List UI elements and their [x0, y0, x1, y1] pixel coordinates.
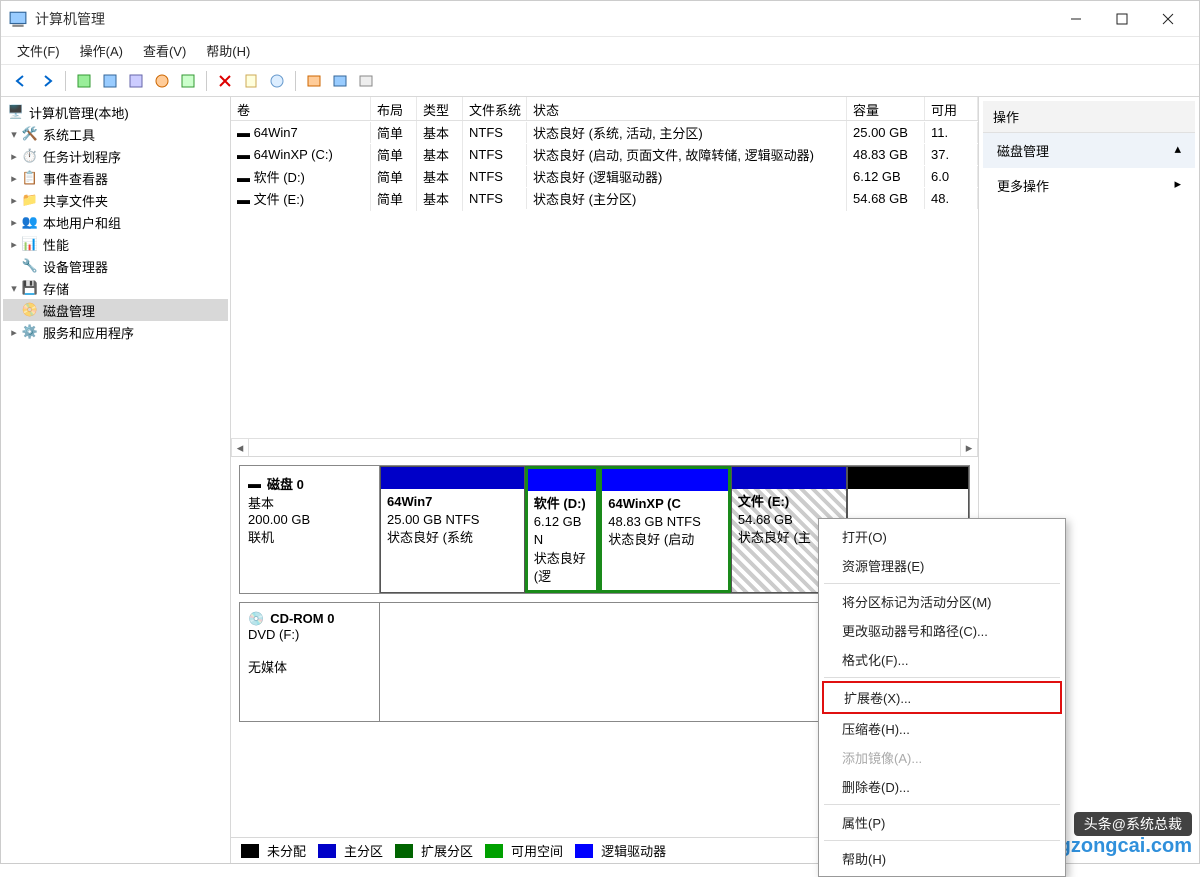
- tools-icon: 🛠️: [21, 125, 39, 143]
- table-row[interactable]: ▬ 软件 (D:)简单基本NTFS状态良好 (逻辑驱动器)6.12 GB6.0: [231, 165, 978, 187]
- tree-root[interactable]: 🖥️计算机管理(本地): [3, 101, 228, 123]
- col-fs[interactable]: 文件系统: [463, 97, 527, 120]
- cdrom-info[interactable]: 💿CD-ROM 0 DVD (F:) 无媒体: [240, 603, 380, 721]
- event-icon: 📋: [21, 169, 39, 187]
- legend-primary: 主分区: [344, 841, 383, 860]
- horizontal-scrollbar[interactable]: ◂▸: [231, 438, 978, 456]
- clock-icon: ⏱️: [21, 147, 39, 165]
- back-button[interactable]: [9, 69, 33, 93]
- maximize-button[interactable]: [1099, 3, 1145, 35]
- tree-system-tools[interactable]: ▾🛠️系统工具: [3, 123, 228, 145]
- menu-help[interactable]: 帮助(H): [198, 38, 258, 63]
- toolbar-btn-b[interactable]: [328, 69, 352, 93]
- volume-list-header[interactable]: 卷 布局 类型 文件系统 状态 容量 可用: [231, 97, 978, 121]
- col-layout[interactable]: 布局: [371, 97, 417, 120]
- toolbar: [1, 65, 1199, 97]
- close-button[interactable]: [1145, 3, 1191, 35]
- actions-title: 操作: [983, 101, 1195, 133]
- users-icon: 👥: [21, 213, 39, 231]
- toolbar-btn-c[interactable]: [354, 69, 378, 93]
- device-icon: 🔧: [21, 257, 39, 275]
- legend-logical: 逻辑驱动器: [601, 841, 666, 860]
- legend-extended: 扩展分区: [421, 841, 473, 860]
- toolbar-btn-3[interactable]: [124, 69, 148, 93]
- volume-list[interactable]: 卷 布局 类型 文件系统 状态 容量 可用 ▬ 64Win7简单基本NTFS状态…: [231, 97, 978, 457]
- tree-shared-folders[interactable]: ▸📁共享文件夹: [3, 189, 228, 211]
- storage-icon: 💾: [21, 279, 39, 297]
- menu-action[interactable]: 操作(A): [72, 38, 131, 63]
- titlebar: 计算机管理: [1, 1, 1199, 37]
- up-button[interactable]: [72, 69, 96, 93]
- tree-disk-mgmt[interactable]: 📀磁盘管理: [3, 299, 228, 321]
- legend-unallocated: 未分配: [267, 841, 306, 860]
- ctx-add-mirror: 添加镜像(A)...: [822, 743, 1062, 772]
- nav-tree[interactable]: 🖥️计算机管理(本地) ▾🛠️系统工具 ▸⏱️任务计划程序 ▸📋事件查看器 ▸📁…: [1, 97, 231, 863]
- partition-64win7[interactable]: 64Win725.00 GB NTFS状态良好 (系统: [380, 466, 525, 593]
- table-row[interactable]: ▬ 文件 (E:)简单基本NTFS状态良好 (主分区)54.68 GB48.: [231, 187, 978, 209]
- disk-icon: ▬: [248, 476, 261, 491]
- ctx-open[interactable]: 打开(O): [822, 522, 1062, 551]
- ctx-help[interactable]: 帮助(H): [822, 844, 1062, 873]
- menu-file[interactable]: 文件(F): [9, 38, 68, 63]
- ctx-shrink-volume[interactable]: 压缩卷(H)...: [822, 714, 1062, 743]
- perf-icon: 📊: [21, 235, 39, 253]
- tree-task-scheduler[interactable]: ▸⏱️任务计划程序: [3, 145, 228, 167]
- tree-performance[interactable]: ▸📊性能: [3, 233, 228, 255]
- toolbar-btn-4[interactable]: [150, 69, 174, 93]
- menu-view[interactable]: 查看(V): [135, 38, 194, 63]
- actions-more[interactable]: 更多操作▸: [983, 168, 1195, 203]
- refresh-button[interactable]: [176, 69, 200, 93]
- tree-local-users[interactable]: ▸👥本地用户和组: [3, 211, 228, 233]
- tree-storage[interactable]: ▾💾存储: [3, 277, 228, 299]
- services-icon: ⚙️: [21, 323, 39, 341]
- help-button[interactable]: [265, 69, 289, 93]
- share-icon: 📁: [21, 191, 39, 209]
- tree-services-apps[interactable]: ▸⚙️服务和应用程序: [3, 321, 228, 343]
- forward-button[interactable]: [35, 69, 59, 93]
- ctx-mark-active[interactable]: 将分区标记为活动分区(M): [822, 587, 1062, 616]
- toolbar-btn-2[interactable]: [98, 69, 122, 93]
- col-free[interactable]: 可用: [925, 97, 978, 120]
- legend-free: 可用空间: [511, 841, 563, 860]
- col-capacity[interactable]: 容量: [847, 97, 925, 120]
- collapse-icon: ▴: [1174, 141, 1181, 160]
- table-row[interactable]: ▬ 64Win7简单基本NTFS状态良好 (系统, 活动, 主分区)25.00 …: [231, 121, 978, 143]
- col-status[interactable]: 状态: [527, 97, 847, 120]
- properties-button[interactable]: [239, 69, 263, 93]
- table-row[interactable]: ▬ 64WinXP (C:)简单基本NTFS状态良好 (启动, 页面文件, 故障…: [231, 143, 978, 165]
- expand-icon: ▸: [1174, 176, 1181, 195]
- menubar: 文件(F) 操作(A) 查看(V) 帮助(H): [1, 37, 1199, 65]
- context-menu: 打开(O) 资源管理器(E) 将分区标记为活动分区(M) 更改驱动器号和路径(C…: [818, 518, 1066, 877]
- window-title: 计算机管理: [35, 9, 1053, 29]
- partition-software-d[interactable]: 软件 (D:)6.12 GB N状态良好 (逻: [525, 466, 600, 593]
- disk-0-info[interactable]: ▬磁盘 0 基本 200.00 GB 联机: [240, 466, 380, 593]
- delete-button[interactable]: [213, 69, 237, 93]
- disk-icon: 📀: [21, 301, 39, 319]
- cdrom-icon: 💿: [248, 611, 264, 627]
- computer-icon: 🖥️: [7, 103, 25, 121]
- watermark-badge: 头条@系统总裁: [1074, 812, 1192, 836]
- col-volume[interactable]: 卷: [231, 97, 371, 120]
- col-type[interactable]: 类型: [417, 97, 463, 120]
- ctx-change-letter[interactable]: 更改驱动器号和路径(C)...: [822, 616, 1062, 645]
- tree-event-viewer[interactable]: ▸📋事件查看器: [3, 167, 228, 189]
- ctx-format[interactable]: 格式化(F)...: [822, 645, 1062, 674]
- partition-64winxp-c[interactable]: 64WinXP (C48.83 GB NTFS状态良好 (启动: [599, 466, 731, 593]
- actions-disk-mgmt[interactable]: 磁盘管理▴: [983, 133, 1195, 168]
- ctx-delete-volume[interactable]: 删除卷(D)...: [822, 772, 1062, 801]
- ctx-properties[interactable]: 属性(P): [822, 808, 1062, 837]
- minimize-button[interactable]: [1053, 3, 1099, 35]
- toolbar-btn-a[interactable]: [302, 69, 326, 93]
- ctx-extend-volume[interactable]: 扩展卷(X)...: [822, 681, 1062, 714]
- tree-device-manager[interactable]: 🔧设备管理器: [3, 255, 228, 277]
- app-icon: [9, 10, 27, 28]
- ctx-explorer[interactable]: 资源管理器(E): [822, 551, 1062, 580]
